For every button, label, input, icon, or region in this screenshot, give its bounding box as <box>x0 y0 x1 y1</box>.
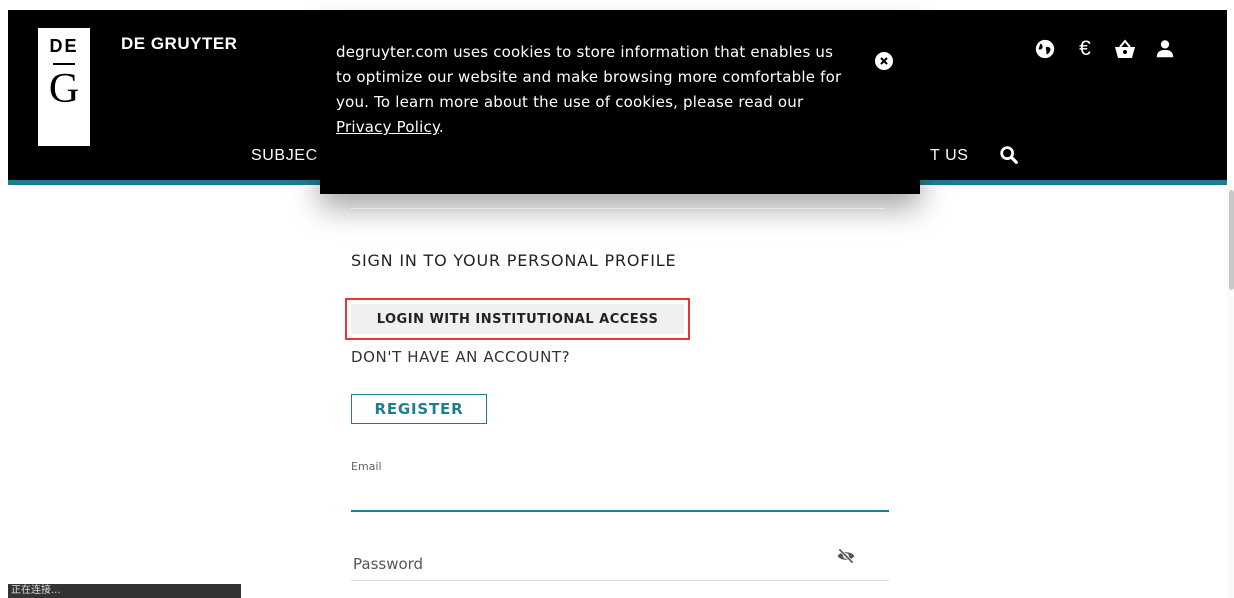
logo-divider <box>53 63 75 65</box>
divider <box>350 208 885 209</box>
close-icon[interactable] <box>875 52 893 70</box>
nav-item-contact-us[interactable]: T US <box>930 147 969 165</box>
cookie-message-text: degruyter.com uses cookies to store info… <box>336 43 842 111</box>
logo[interactable]: DE G <box>38 28 90 146</box>
email-label: Email <box>351 460 382 473</box>
logo-top-text: DE <box>49 36 79 56</box>
nav-item-subjects[interactable]: SUBJEC <box>251 147 318 165</box>
institutional-login-button[interactable]: LOGIN WITH INSTITUTIONAL ACCESS <box>351 304 684 334</box>
scrollbar-thumb[interactable] <box>1229 190 1234 290</box>
browser-status-bar: 正在连接... <box>8 584 241 598</box>
cookie-message: degruyter.com uses cookies to store info… <box>336 40 846 140</box>
password-field[interactable] <box>351 548 889 581</box>
eye-slash-icon[interactable] <box>836 546 856 566</box>
basket-icon[interactable] <box>1112 36 1138 62</box>
globe-icon[interactable] <box>1032 36 1058 62</box>
no-account-text: DON'T HAVE AN ACCOUNT? <box>351 348 571 366</box>
search-icon[interactable] <box>998 144 1020 166</box>
privacy-policy-link[interactable]: Privacy Policy <box>336 118 439 136</box>
cookie-message-end: . <box>438 118 444 136</box>
page-title: SIGN IN TO YOUR PERSONAL PROFILE <box>351 251 677 270</box>
currency-icon[interactable]: € <box>1072 36 1098 62</box>
email-field[interactable] <box>351 478 889 512</box>
register-button[interactable]: REGISTER <box>351 394 487 424</box>
top-strip <box>0 0 1234 10</box>
cookie-banner: degruyter.com uses cookies to store info… <box>320 14 920 194</box>
brand-name[interactable]: DE GRUYTER <box>121 34 237 54</box>
logo-letter: G <box>48 66 80 112</box>
user-icon[interactable] <box>1152 36 1178 62</box>
